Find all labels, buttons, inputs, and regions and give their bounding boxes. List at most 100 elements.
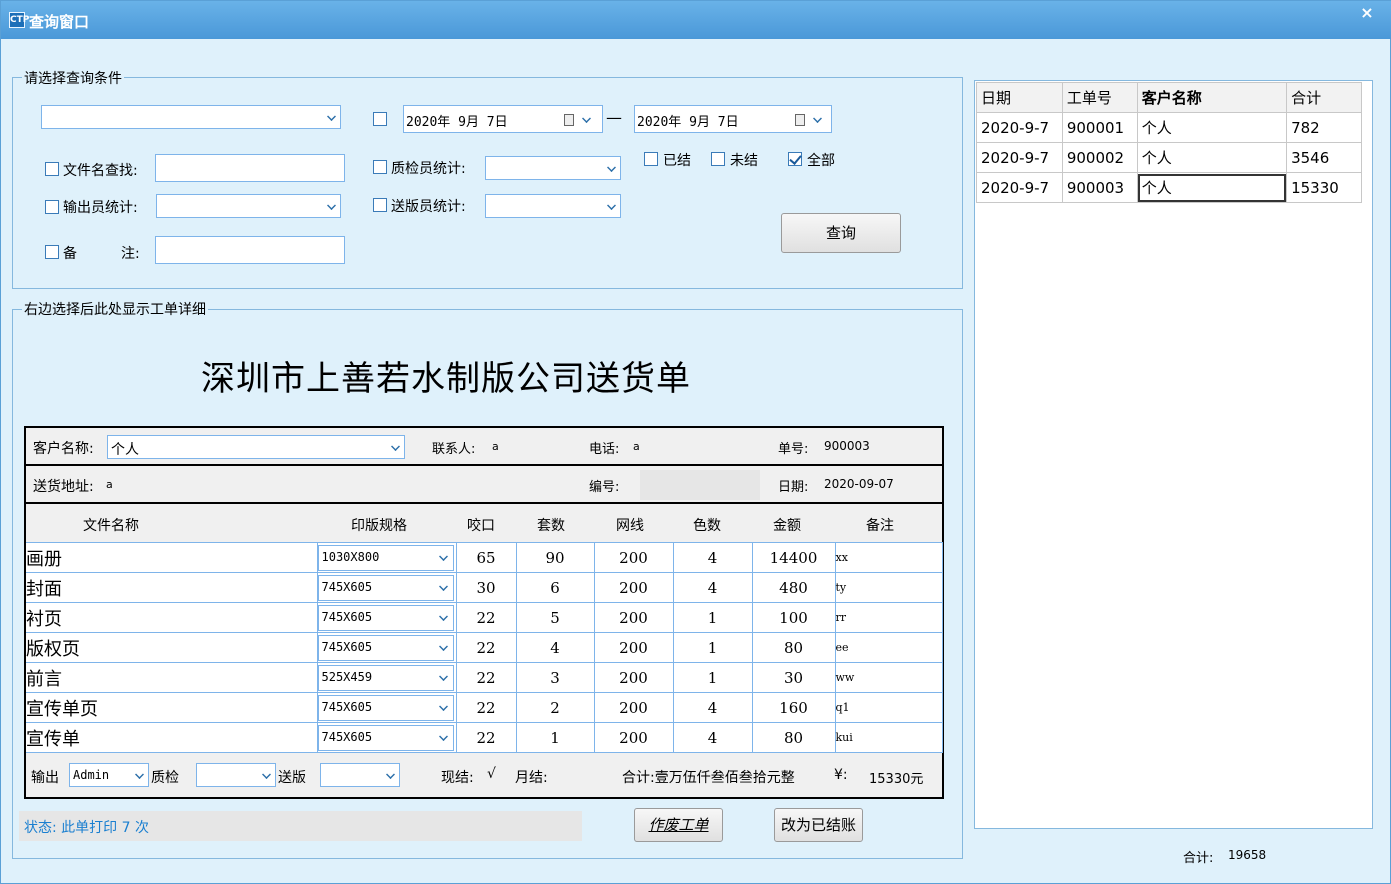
remark-checkbox[interactable] xyxy=(45,245,59,259)
item-screen[interactable]: 200 xyxy=(594,632,674,663)
delivery-select[interactable] xyxy=(485,194,621,218)
date-from-picker[interactable]: 2020年 9月 7日 xyxy=(403,105,603,133)
item-colors[interactable]: 4 xyxy=(673,542,753,573)
item-sets[interactable]: 6 xyxy=(516,572,595,603)
item-amount[interactable]: 480 xyxy=(752,572,836,603)
footer-qc-select[interactable] xyxy=(196,763,276,787)
order-customer[interactable]: 个人 xyxy=(1136,172,1288,203)
orders-col-no[interactable]: 工单号 xyxy=(1061,82,1138,113)
item-screen[interactable]: 200 xyxy=(594,542,674,573)
output-checkbox[interactable] xyxy=(45,200,59,214)
item-sets[interactable]: 1 xyxy=(516,722,595,753)
item-name[interactable]: 画册 xyxy=(26,542,318,573)
unsettled-checkbox[interactable] xyxy=(711,152,725,166)
item-row[interactable]: 画册 1030X800 65 90 200 4 14400 xx xyxy=(26,542,943,573)
item-note[interactable]: ww xyxy=(835,662,943,693)
spec-select[interactable]: 745X605 xyxy=(317,605,454,631)
item-row[interactable]: 宣传单 745X605 22 1 200 4 80 kui xyxy=(26,722,943,753)
item-row[interactable]: 宣传单页 745X605 22 2 200 4 160 q1 xyxy=(26,692,943,723)
item-spec[interactable]: 745X605 xyxy=(317,632,457,663)
order-date[interactable]: 2020-9-7 xyxy=(976,142,1063,173)
item-colors[interactable]: 4 xyxy=(673,722,753,753)
settled-checkbox[interactable] xyxy=(644,152,658,166)
item-row[interactable]: 封面 745X605 30 6 200 4 480 ty xyxy=(26,572,943,603)
order-total[interactable]: 3546 xyxy=(1286,142,1362,173)
item-row[interactable]: 前言 525X459 22 3 200 1 30 ww xyxy=(26,662,943,693)
item-sets[interactable]: 5 xyxy=(516,602,595,633)
spec-select[interactable]: 745X605 xyxy=(317,575,454,601)
item-bite[interactable]: 22 xyxy=(456,602,517,633)
footer-output-select[interactable]: Admin xyxy=(69,763,149,787)
item-screen[interactable]: 200 xyxy=(594,572,674,603)
qc-checkbox[interactable] xyxy=(373,160,387,174)
output-select[interactable] xyxy=(156,194,341,218)
item-name[interactable]: 衬页 xyxy=(26,602,318,633)
item-note[interactable]: q1 xyxy=(835,692,943,723)
item-sets[interactable]: 90 xyxy=(516,542,595,573)
close-button[interactable]: × xyxy=(1347,1,1387,25)
item-note[interactable]: rr xyxy=(835,602,943,633)
order-no[interactable]: 900001 xyxy=(1061,112,1138,143)
order-total[interactable]: 782 xyxy=(1286,112,1362,143)
item-spec[interactable]: 525X459 xyxy=(317,662,457,693)
item-amount[interactable]: 30 xyxy=(752,662,836,693)
item-sets[interactable]: 2 xyxy=(516,692,595,723)
void-order-button[interactable]: 作废工单 xyxy=(634,808,723,842)
item-note[interactable]: kui xyxy=(835,722,943,753)
order-no[interactable]: 900003 xyxy=(1061,172,1138,203)
item-bite[interactable]: 22 xyxy=(456,632,517,663)
item-screen[interactable]: 200 xyxy=(594,602,674,633)
item-spec[interactable]: 745X605 xyxy=(317,572,457,603)
item-row[interactable]: 版权页 745X605 22 4 200 1 80 ee xyxy=(26,632,943,663)
qc-select[interactable] xyxy=(485,156,621,180)
item-name[interactable]: 前言 xyxy=(26,662,318,693)
item-spec[interactable]: 745X605 xyxy=(317,722,457,753)
order-customer[interactable]: 个人 xyxy=(1136,112,1288,143)
item-bite[interactable]: 22 xyxy=(456,722,517,753)
item-note[interactable]: xx xyxy=(835,542,943,573)
item-amount[interactable]: 14400 xyxy=(752,542,836,573)
item-sets[interactable]: 3 xyxy=(516,662,595,693)
spec-select[interactable]: 745X605 xyxy=(317,695,454,721)
item-amount[interactable]: 80 xyxy=(752,632,836,663)
item-bite[interactable]: 30 xyxy=(456,572,517,603)
customer-select[interactable]: 个人 xyxy=(107,435,405,459)
item-colors[interactable]: 4 xyxy=(673,572,753,603)
item-bite[interactable]: 65 xyxy=(456,542,517,573)
item-spec[interactable]: 1030X800 xyxy=(317,542,457,573)
filename-checkbox[interactable] xyxy=(45,162,59,176)
order-total[interactable]: 15330 xyxy=(1286,172,1362,203)
order-date[interactable]: 2020-9-7 xyxy=(976,172,1063,203)
item-amount[interactable]: 80 xyxy=(752,722,836,753)
item-bite[interactable]: 22 xyxy=(456,692,517,723)
item-name[interactable]: 宣传单页 xyxy=(26,692,318,723)
filename-input[interactable] xyxy=(155,154,345,182)
item-spec[interactable]: 745X605 xyxy=(317,692,457,723)
item-colors[interactable]: 4 xyxy=(673,692,753,723)
item-name[interactable]: 封面 xyxy=(26,572,318,603)
order-row[interactable]: 2020-9-7 900001 个人 782 xyxy=(976,112,1362,143)
date-to-picker[interactable]: 2020年 9月 7日 xyxy=(634,105,832,133)
orders-col-total[interactable]: 合计 xyxy=(1286,82,1362,113)
item-row[interactable]: 衬页 745X605 22 5 200 1 100 rr xyxy=(26,602,943,633)
search-button[interactable]: 查询 xyxy=(781,213,901,253)
item-amount[interactable]: 160 xyxy=(752,692,836,723)
item-name[interactable]: 宣传单 xyxy=(26,722,318,753)
item-screen[interactable]: 200 xyxy=(594,692,674,723)
item-screen[interactable]: 200 xyxy=(594,662,674,693)
spec-select[interactable]: 1030X800 xyxy=(317,545,454,571)
footer-delivery-select[interactable] xyxy=(320,763,400,787)
item-spec[interactable]: 745X605 xyxy=(317,602,457,633)
item-note[interactable]: ee xyxy=(835,632,943,663)
order-no[interactable]: 900002 xyxy=(1061,142,1138,173)
item-screen[interactable]: 200 xyxy=(594,722,674,753)
date-range-checkbox[interactable] xyxy=(373,112,387,126)
mark-settled-button[interactable]: 改为已结账 xyxy=(774,808,863,842)
remark-input[interactable] xyxy=(155,236,345,264)
item-amount[interactable]: 100 xyxy=(752,602,836,633)
item-colors[interactable]: 1 xyxy=(673,662,753,693)
main-query-select[interactable] xyxy=(41,105,341,129)
order-row[interactable]: 2020-9-7 900003 个人 15330 xyxy=(976,172,1362,203)
order-date[interactable]: 2020-9-7 xyxy=(976,112,1063,143)
item-bite[interactable]: 22 xyxy=(456,662,517,693)
